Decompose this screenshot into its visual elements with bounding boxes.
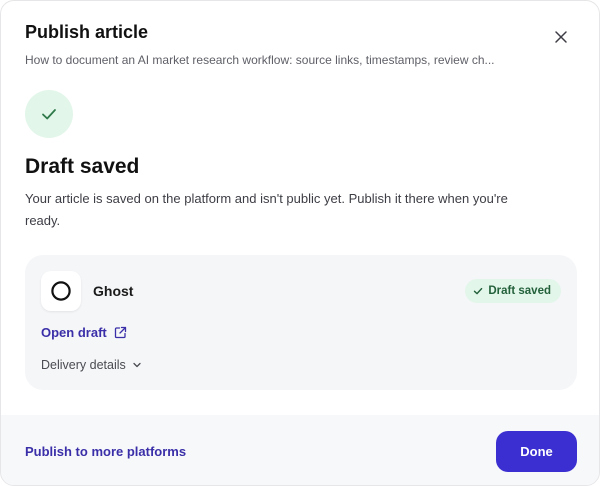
- check-icon: [42, 109, 56, 120]
- check-icon: [474, 287, 483, 295]
- platform-name: Ghost: [93, 283, 134, 299]
- platform-logo: [41, 271, 81, 311]
- chevron-down-icon: [133, 362, 141, 368]
- close-icon: [555, 31, 567, 43]
- external-link-icon: [114, 326, 126, 339]
- done-button[interactable]: Done: [496, 431, 577, 472]
- status-heading: Draft saved: [25, 155, 140, 178]
- open-draft-link[interactable]: Open draft: [41, 325, 127, 340]
- ghost-logo-icon: [51, 281, 71, 301]
- close-button[interactable]: [549, 25, 573, 49]
- status-badge-label: Draft saved: [488, 285, 551, 297]
- dialog-title: Publish article: [25, 22, 149, 42]
- dialog-header: Publish article How to document an AI ma…: [25, 21, 539, 68]
- article-title: How to document an AI market research wo…: [25, 53, 495, 67]
- publish-dialog: Publish article How to document an AI ma…: [0, 0, 600, 486]
- status-description: Your article is saved on the platform an…: [25, 191, 508, 228]
- publish-more-platforms-link[interactable]: Publish to more platforms: [25, 444, 186, 459]
- open-draft-label: Open draft: [41, 325, 107, 340]
- status-badge: Draft saved: [465, 279, 561, 303]
- delivery-details-label: Delivery details: [41, 358, 126, 372]
- platform-card: Ghost Draft saved Open draft Delivery de…: [25, 255, 577, 390]
- success-indicator: [25, 90, 73, 138]
- dialog-footer: Publish to more platforms Done: [1, 415, 599, 485]
- delivery-details-toggle[interactable]: Delivery details: [41, 358, 142, 372]
